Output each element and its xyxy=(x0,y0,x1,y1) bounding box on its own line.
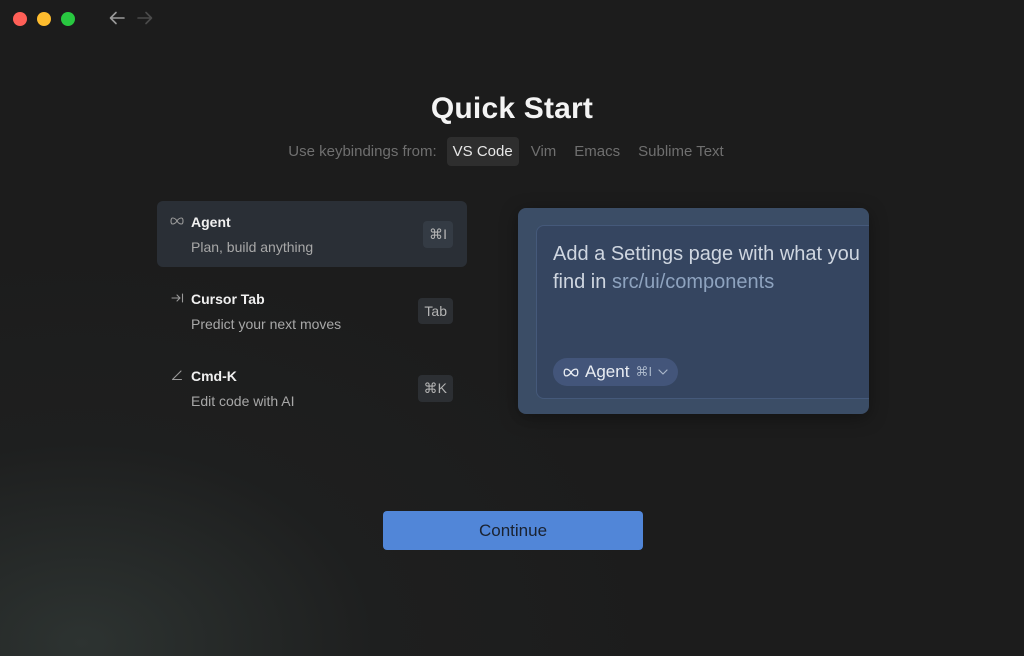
feature-description: Plan, build anything xyxy=(191,239,314,255)
keybinding-option-emacs[interactable]: Emacs xyxy=(568,137,626,166)
window: Quick Start Use keybindings from: VS Cod… xyxy=(0,0,1024,656)
feature-shortcut: ⌘K xyxy=(417,375,453,402)
feature-shortcut: ⌘I xyxy=(423,221,453,248)
prompt-path: src/ui/components xyxy=(611,271,775,293)
feature-item-agent[interactable]: Agent Plan, build anything ⌘I xyxy=(157,201,467,267)
prompt-input-box[interactable]: Add a Settings page with what you find i… xyxy=(536,225,869,399)
keybinding-option-vim[interactable]: Vim xyxy=(525,137,563,166)
keybindings-selector: Use keybindings from: VS Code Vim Emacs … xyxy=(0,137,1024,166)
minimize-window-button[interactable] xyxy=(37,12,51,26)
keybindings-label: Use keybindings from: xyxy=(288,143,437,160)
agent-mode-label: Agent xyxy=(585,362,630,381)
forward-arrow-icon[interactable] xyxy=(136,8,154,28)
back-arrow-icon[interactable] xyxy=(108,8,126,28)
pencil-icon xyxy=(170,367,184,383)
feature-item-cursor-tab[interactable]: Cursor Tab Predict your next moves Tab xyxy=(157,278,467,344)
tab-arrow-icon xyxy=(170,290,184,306)
keybinding-option-sublime[interactable]: Sublime Text xyxy=(632,137,730,166)
feature-title: Cursor Tab xyxy=(191,291,265,307)
chevron-down-icon xyxy=(658,369,668,375)
zoom-window-button[interactable] xyxy=(61,12,75,26)
feature-title: Agent xyxy=(191,214,231,230)
feature-item-cmd-k[interactable]: Cmd-K Edit code with AI ⌘K xyxy=(157,355,467,421)
agent-mode-dropdown[interactable]: Agent ⌘I xyxy=(553,358,679,386)
agent-mode-shortcut: ⌘I xyxy=(635,364,653,379)
navigation-arrows xyxy=(108,8,154,28)
infinity-icon xyxy=(170,213,184,229)
feature-shortcut: Tab xyxy=(418,298,453,324)
prompt-text: Add a Settings page with what you find i… xyxy=(553,240,863,296)
feature-preview-panel: Add a Settings page with what you find i… xyxy=(518,208,869,414)
feature-list: Agent Plan, build anything ⌘I Cursor Tab… xyxy=(157,201,467,432)
feature-description: Predict your next moves xyxy=(191,316,342,332)
infinity-icon xyxy=(563,367,579,377)
window-controls xyxy=(13,12,75,26)
page-title: Quick Start xyxy=(430,92,594,125)
continue-button[interactable]: Continue xyxy=(383,511,643,550)
feature-description: Edit code with AI xyxy=(191,393,295,409)
keybinding-option-vscode[interactable]: VS Code xyxy=(446,137,519,166)
feature-title: Cmd-K xyxy=(191,368,237,384)
close-window-button[interactable] xyxy=(13,12,27,26)
